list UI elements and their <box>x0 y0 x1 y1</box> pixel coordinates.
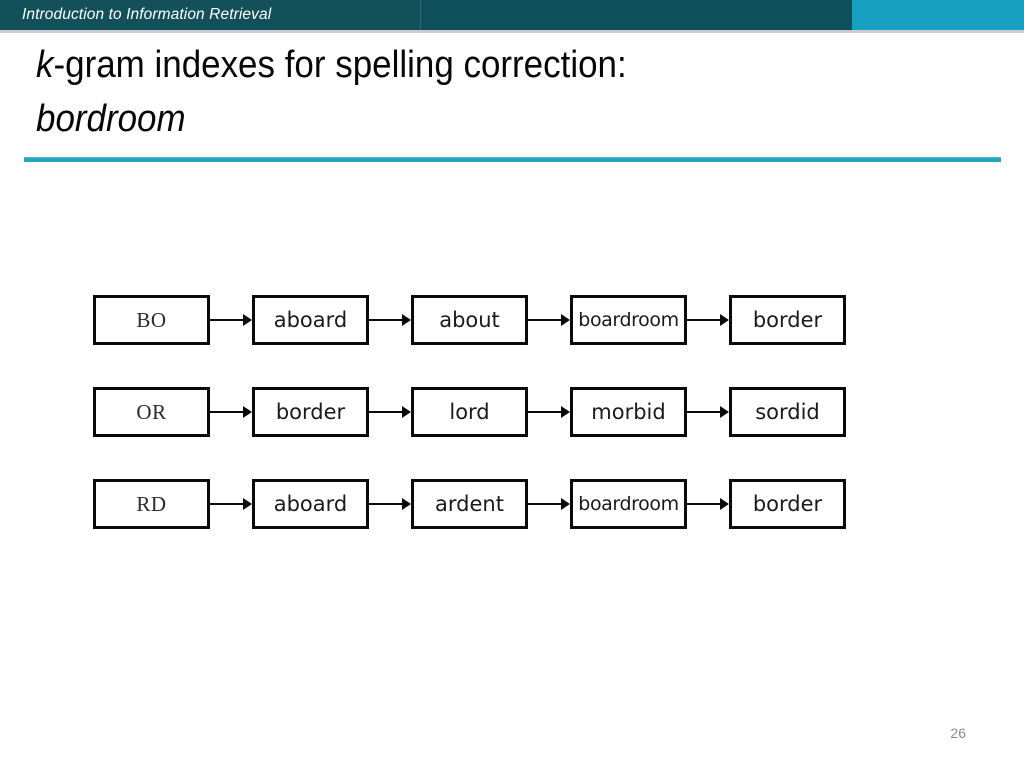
posting-term-box: ardent <box>411 479 528 529</box>
header-accent-block <box>852 0 1024 30</box>
posting-term-box: boardroom <box>570 479 687 529</box>
arrow-right-icon <box>210 311 252 329</box>
arrow-right-icon <box>687 403 729 421</box>
page-title-k-symbol: k <box>36 44 54 86</box>
posting-term-box: sordid <box>729 387 846 437</box>
arrow-right-icon <box>687 311 729 329</box>
posting-term-box: aboard <box>252 479 369 529</box>
page-title-line-1: k-gram indexes for spelling correction: <box>36 38 919 92</box>
page-title: k-gram indexes for spelling correction: … <box>36 38 919 146</box>
page-number: 26 <box>950 725 966 741</box>
arrow-right-icon <box>528 403 570 421</box>
kgram-row: RD aboard ardent boardroom border <box>93 478 853 530</box>
kgram-row: BO aboard about boardroom border <box>93 294 853 346</box>
title-underline-rule <box>24 157 1001 162</box>
arrow-right-icon <box>687 495 729 513</box>
arrow-right-icon <box>369 495 411 513</box>
posting-term-box: lord <box>411 387 528 437</box>
kgram-index-diagram: BO aboard about boardroom border OR bord… <box>93 294 853 530</box>
posting-term-box: morbid <box>570 387 687 437</box>
kgram-key-box: BO <box>93 295 210 345</box>
header-middle-block <box>420 0 853 30</box>
posting-term-box: about <box>411 295 528 345</box>
course-title: Introduction to Information Retrieval <box>22 6 272 23</box>
posting-term-box: border <box>729 295 846 345</box>
arrow-right-icon <box>528 311 570 329</box>
arrow-right-icon <box>210 495 252 513</box>
page-title-line-2: bordroom <box>36 98 186 140</box>
header-underline-divider <box>0 30 1024 33</box>
arrow-right-icon <box>369 311 411 329</box>
posting-term-box: boardroom <box>570 295 687 345</box>
arrow-right-icon <box>369 403 411 421</box>
arrow-right-icon <box>210 403 252 421</box>
kgram-key-box: RD <box>93 479 210 529</box>
arrow-right-icon <box>528 495 570 513</box>
posting-term-box: border <box>252 387 369 437</box>
posting-term-box: border <box>729 479 846 529</box>
kgram-row: OR border lord morbid sordid <box>93 386 853 438</box>
kgram-key-box: OR <box>93 387 210 437</box>
page-title-line-1-text: -gram indexes for spelling correction: <box>53 44 627 86</box>
posting-term-box: aboard <box>252 295 369 345</box>
